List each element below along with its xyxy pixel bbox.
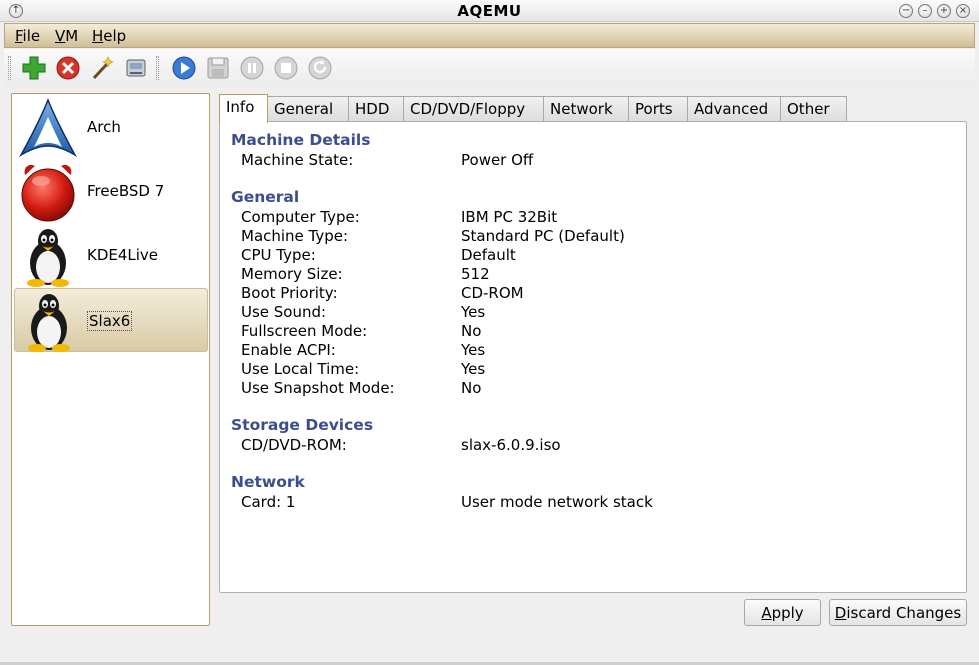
- discard-changes-button[interactable]: Discard Changes: [829, 599, 967, 626]
- stop-icon[interactable]: [272, 54, 300, 82]
- use-sound-label: Use Sound:: [241, 303, 327, 321]
- freebsd-logo-icon: [17, 161, 79, 223]
- menu-file[interactable]: File: [15, 27, 40, 45]
- reset-icon[interactable]: [306, 54, 334, 82]
- delete-vm-icon[interactable]: [54, 54, 82, 82]
- maximize-icon[interactable]: +: [937, 4, 951, 18]
- tab-ports[interactable]: Ports: [628, 96, 688, 122]
- minimize-icon[interactable]: –: [918, 4, 932, 18]
- tux-icon: [17, 225, 79, 287]
- memory-size-label: Memory Size:: [241, 265, 343, 283]
- save-icon[interactable]: [204, 54, 232, 82]
- machine-type-value: Standard PC (Default): [461, 227, 625, 245]
- wizard-icon[interactable]: [88, 54, 116, 82]
- add-vm-icon[interactable]: [20, 54, 48, 82]
- vm-name: KDE4Live: [87, 246, 159, 264]
- arch-logo-icon: [17, 97, 79, 159]
- computer-type-value: IBM PC 32Bit: [461, 208, 558, 226]
- machine-state-value: Power Off: [461, 151, 534, 169]
- enable-acpi-value: Yes: [461, 341, 486, 359]
- window-title: AQEMU: [457, 2, 522, 20]
- cpu-type-label: CPU Type:: [241, 246, 316, 264]
- tab-hdd[interactable]: HDD: [348, 96, 404, 122]
- info-panel: Machine Details Machine State: Power Off…: [219, 121, 967, 593]
- vm-item-slax6[interactable]: Slax6: [14, 288, 208, 352]
- toolbar-separator: [156, 56, 159, 80]
- vm-item-freebsd[interactable]: FreeBSD 7: [14, 160, 208, 224]
- vm-name: Arch: [87, 118, 121, 136]
- enable-acpi-label: Enable ACPI:: [241, 341, 336, 359]
- machine-state-label: Machine State:: [241, 151, 354, 169]
- menu-vm[interactable]: VM: [55, 27, 78, 45]
- fullscreen-mode-value: No: [461, 322, 482, 340]
- tux-icon: [18, 290, 80, 352]
- use-snapshot-mode-label: Use Snapshot Mode:: [241, 379, 395, 397]
- shade-icon[interactable]: −: [899, 4, 913, 18]
- tab-advanced[interactable]: Advanced: [687, 96, 781, 122]
- use-local-time-value: Yes: [461, 360, 486, 378]
- tab-network[interactable]: Network: [543, 96, 629, 122]
- pause-icon[interactable]: [238, 54, 266, 82]
- vm-item-arch[interactable]: Arch: [14, 96, 208, 160]
- start-icon[interactable]: [170, 54, 198, 82]
- section-general: General: [231, 188, 300, 206]
- boot-priority-label: Boot Priority:: [241, 284, 338, 302]
- apply-button[interactable]: Apply: [744, 599, 821, 626]
- cpu-type-value: Default: [461, 246, 516, 264]
- vm-name: Slax6: [87, 311, 133, 331]
- menu-help[interactable]: Help: [92, 27, 126, 45]
- tab-other[interactable]: Other: [780, 96, 847, 122]
- computer-type-label: Computer Type:: [241, 208, 360, 226]
- manager-icon[interactable]: [122, 54, 150, 82]
- tab-cd-dvd-floppy[interactable]: CD/DVD/Floppy: [403, 96, 544, 122]
- menu-bar: File VM Help: [4, 23, 975, 48]
- memory-size-value: 512: [461, 265, 490, 283]
- close-icon[interactable]: ×: [956, 4, 970, 18]
- vm-name: FreeBSD 7: [87, 182, 165, 200]
- use-snapshot-mode-value: No: [461, 379, 482, 397]
- machine-type-label: Machine Type:: [241, 227, 349, 245]
- toolbar: [4, 49, 975, 87]
- tab-info[interactable]: Info: [219, 94, 268, 123]
- network-card-label: Card: 1: [241, 493, 296, 511]
- use-local-time-label: Use Local Time:: [241, 360, 360, 378]
- cd-dvd-rom-value: slax-6.0.9.iso: [461, 436, 561, 454]
- boot-priority-value: CD-ROM: [461, 284, 524, 302]
- section-storage-devices: Storage Devices: [231, 416, 374, 434]
- fullscreen-mode-label: Fullscreen Mode:: [241, 322, 368, 340]
- network-card-value: User mode network stack: [461, 493, 653, 511]
- tab-general[interactable]: General: [267, 96, 349, 122]
- vm-item-kde4live[interactable]: KDE4Live: [14, 224, 208, 288]
- vm-list[interactable]: Arch FreeBSD 7 KDE4Live Slax6: [11, 93, 210, 626]
- section-network: Network: [231, 473, 305, 491]
- section-machine-details: Machine Details: [231, 131, 371, 149]
- title-bar: ↑ AQEMU − – + ×: [0, 0, 979, 22]
- cd-dvd-rom-label: CD/DVD-ROM:: [241, 436, 347, 454]
- toolbar-grip[interactable]: [8, 56, 11, 80]
- use-sound-value: Yes: [461, 303, 486, 321]
